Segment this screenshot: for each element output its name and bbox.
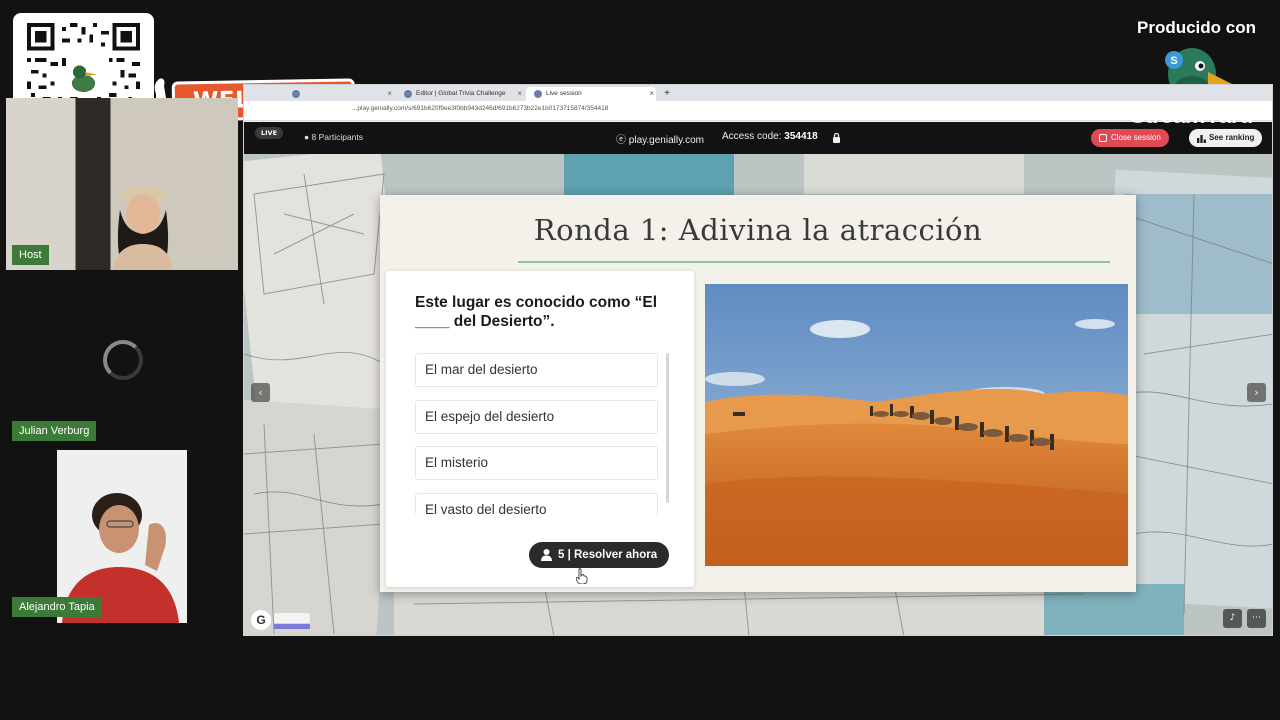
access-code: Access code: 354418 [722,131,818,142]
genially-logo-icon: G [251,610,310,630]
participants-label: 8 Participants [311,132,364,142]
close-session-button[interactable]: Close session [1091,129,1169,147]
live-label: LIVE [261,129,278,137]
quiz-slide: Ronda 1: Adivina la atracción Este lugar… [380,195,1136,592]
participant-tile-julian [6,290,238,440]
mouse-cursor-icon [576,568,588,584]
svg-text:G: G [256,613,265,627]
participant-video [113,186,173,270]
access-label: Access code: [722,131,782,142]
participant-name-tag: Alejandro Tapia [12,597,102,617]
tab-label: Live session [546,90,582,97]
produced-by-label: Producido con [1137,18,1256,37]
tab-close-icon[interactable]: × [517,87,522,101]
stream-stage: WELCOME! Host Julian Verburg Alejandro T… [0,0,1280,720]
slide-title: Ronda 1: Adivina la atracción [533,213,983,247]
browser-tab[interactable]: × [284,87,394,101]
lock-icon[interactable] [832,132,841,143]
tab-label: Editor | Global Trivia Challenge [416,90,506,97]
favicon-icon [534,90,542,98]
loading-spinner-icon [103,340,143,380]
chevron-left-icon[interactable]: ‹ [251,383,270,402]
more-icon[interactable]: ⋯ [1247,609,1266,628]
map-background: ‹ › Ronda 1: Adivina la atracción Este l… [244,154,1272,635]
question-text: Este lugar es conocido como “El ____ del… [415,294,658,330]
user-icon: ● [304,132,310,142]
sound-icon[interactable]: ♪ [1223,609,1242,628]
access-code-value: 354418 [784,131,818,142]
chevron-right-icon[interactable]: › [1247,383,1266,402]
answer-option[interactable]: El espejo del desierto [415,400,658,434]
site-label: ⓔ play.genially.com [616,131,704,146]
streamyard-watermark: StreamYard [1130,102,1253,128]
resolve-now-label: 5 | Resolver ahora [558,549,658,561]
participants-count: ● 8 Participants [304,132,363,142]
see-ranking-button[interactable]: See ranking [1189,129,1263,147]
see-ranking-label: See ranking [1209,133,1255,142]
title-divider [518,261,1110,263]
answer-option[interactable]: El misterio [415,446,658,480]
shared-screen: × Editor | Global Trivia Challenge × Liv… [243,84,1273,636]
tab-close-icon[interactable]: × [387,87,392,101]
url-text: ...play.genially.com/s/691b620f9ee3f0bb9… [352,105,609,112]
answer-option[interactable]: El mar del desierto [415,353,658,387]
participant-name-tag: Host [12,245,49,265]
user-icon [541,549,552,561]
live-badge: LIVE [255,127,284,139]
close-session-icon [1099,134,1107,142]
globe-icon: ⓔ [616,135,626,146]
browser-tab-bar: × Editor | Global Trivia Challenge × Liv… [244,85,1272,101]
resolve-now-button[interactable]: 5 | Resolver ahora [529,542,670,568]
options-scrollbar[interactable] [666,353,669,503]
participant-name-tag: Julian Verburg [12,421,97,441]
answer-option[interactable]: El vasto del desierto [415,493,658,515]
address-bar[interactable]: ...play.genially.com/s/691b620f9ee3f0bb9… [244,101,1272,121]
ranking-icon [1197,135,1206,143]
favicon-icon [404,90,412,98]
favicon-icon [292,90,300,98]
svg-text:S: S [1170,55,1177,67]
question-card: Este lugar es conocido como “El ____ del… [386,271,694,587]
close-session-label: Close session [1111,133,1161,142]
desert-photo [705,284,1128,566]
session-toolbar: LIVE ● 8 Participants ⓔ play.genially.co… [244,122,1272,154]
browser-tab-active[interactable]: Live session × [526,87,656,101]
tab-close-icon[interactable]: × [649,87,654,101]
browser-tab[interactable]: Editor | Global Trivia Challenge × [396,87,524,101]
new-tab-button[interactable]: + [658,87,676,101]
site-text: play.genially.com [628,135,705,146]
